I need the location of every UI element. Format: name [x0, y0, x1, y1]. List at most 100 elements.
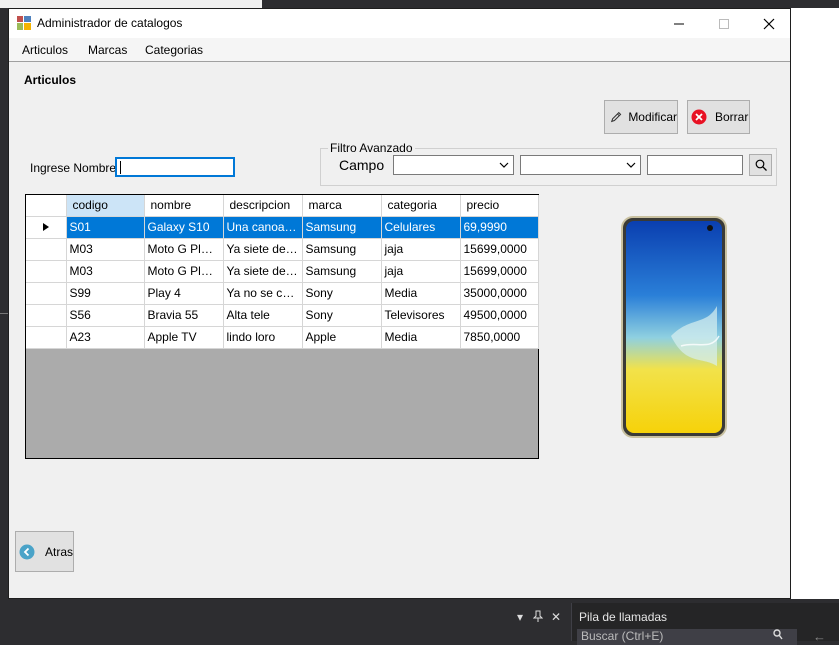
cell-marca[interactable]: Samsung — [302, 216, 382, 239]
cell-precio[interactable]: 35000,0000 — [460, 282, 539, 305]
campo-select[interactable] — [393, 155, 514, 175]
table-row[interactable]: S56 Bravia 55 Alta tele Sony Televisores… — [26, 304, 539, 327]
cell-codigo[interactable]: S99 — [66, 282, 145, 305]
cell-codigo[interactable]: M03 — [66, 238, 145, 261]
cell-marca[interactable]: Sony — [302, 282, 382, 305]
column-header-nombre[interactable]: nombre — [144, 195, 224, 217]
modificar-button[interactable]: Modificar — [604, 100, 678, 134]
product-image — [621, 216, 727, 438]
row-selector[interactable] — [26, 282, 67, 305]
cell-precio[interactable]: 15699,0000 — [460, 260, 539, 283]
campo-label: Campo — [339, 157, 385, 173]
cell-codigo[interactable]: S56 — [66, 304, 145, 327]
row-selector[interactable] — [26, 304, 67, 327]
maximize-button[interactable] — [701, 9, 746, 38]
table-row[interactable]: S01 Galaxy S10 Una canoa c... Samsung Ce… — [26, 216, 539, 239]
menu-bar: Articulos Marcas Categorias — [9, 38, 790, 62]
row-selector[interactable] — [26, 326, 67, 349]
cell-codigo[interactable]: M03 — [66, 260, 145, 283]
pin-icon[interactable] — [532, 610, 544, 625]
filtro-search-button[interactable] — [749, 154, 772, 176]
cell-nombre[interactable]: Moto G Play ... — [144, 260, 224, 283]
cell-categoria[interactable]: Televisores — [381, 304, 461, 327]
current-row-arrow-icon — [42, 223, 49, 231]
nombre-input[interactable] — [115, 157, 235, 177]
cell-precio[interactable]: 15699,0000 — [460, 238, 539, 261]
column-header-categoria[interactable]: categoria — [381, 195, 461, 217]
section-title: Articulos — [24, 73, 77, 87]
ide-background-right — [791, 8, 839, 603]
cell-descripcion[interactable]: Ya no se cu... — [223, 282, 303, 305]
table-row[interactable]: S99 Play 4 Ya no se cu... Sony Media 350… — [26, 282, 539, 305]
cell-descripcion[interactable]: lindo loro — [223, 326, 303, 349]
title-bar: Administrador de catalogos — [9, 9, 790, 38]
criterio-select[interactable] — [520, 155, 641, 175]
table-row[interactable]: A23 Apple TV lindo loro Apple Media 7850… — [26, 326, 539, 349]
text-caret — [120, 161, 121, 174]
atras-label: Atras — [44, 544, 73, 559]
column-header-descripcion[interactable]: descripcion — [223, 195, 303, 217]
cell-descripcion[interactable]: Alta tele — [223, 304, 303, 327]
articulos-grid[interactable]: codigo nombre descripcion marca categori… — [25, 194, 539, 459]
cell-precio[interactable]: 69,9990 — [460, 216, 539, 239]
filtro-avanzado-group: Filtro Avanzado Campo — [320, 141, 777, 186]
cell-codigo[interactable]: A23 — [66, 326, 145, 349]
cell-precio[interactable]: 49500,0000 — [460, 304, 539, 327]
search-icon — [755, 159, 767, 171]
chevron-down-icon — [626, 162, 636, 168]
cell-nombre[interactable]: Galaxy S10 — [144, 216, 224, 239]
cell-categoria[interactable]: Media — [381, 282, 461, 305]
filtro-text-input[interactable] — [647, 155, 743, 175]
table-row[interactable]: M03 Moto G Play ... Ya siete de e... Sam… — [26, 238, 539, 261]
table-row[interactable]: M03 Moto G Play ... Ya siete de e... Sam… — [26, 260, 539, 283]
column-header-precio[interactable]: precio — [460, 195, 539, 217]
cell-marca[interactable]: Samsung — [302, 238, 382, 261]
cell-marca[interactable]: Samsung — [302, 260, 382, 283]
ide-background-strip — [0, 0, 262, 8]
filtro-avanzado-title: Filtro Avanzado — [328, 141, 415, 155]
cell-descripcion[interactable]: Ya siete de e... — [223, 238, 303, 261]
pane-title: Pila de llamadas — [579, 610, 668, 624]
row-header-corner — [26, 195, 67, 217]
row-selector[interactable] — [26, 216, 67, 239]
delete-icon — [691, 109, 707, 125]
grid-header-row: codigo nombre descripcion marca categori… — [26, 195, 539, 217]
maximize-icon — [718, 18, 729, 29]
cell-categoria[interactable]: Media — [381, 326, 461, 349]
cell-nombre[interactable]: Moto G Play ... — [144, 238, 224, 261]
row-selector[interactable] — [26, 238, 67, 261]
atras-button[interactable]: Atras — [15, 531, 74, 572]
app-window: Administrador de catalogos Articulos Mar… — [8, 8, 791, 599]
pane-search-input[interactable]: Buscar (Ctrl+E) — [577, 629, 797, 645]
cell-categoria[interactable]: Celulares — [381, 216, 461, 239]
borrar-label: Borrar — [715, 110, 749, 124]
cell-nombre[interactable]: Play 4 — [144, 282, 224, 305]
row-selector[interactable] — [26, 260, 67, 283]
close-button[interactable] — [746, 9, 791, 38]
ide-divider — [0, 313, 8, 314]
menu-categorias[interactable]: Categorias — [145, 43, 203, 57]
cell-precio[interactable]: 7850,0000 — [460, 326, 539, 349]
cell-marca[interactable]: Apple — [302, 326, 382, 349]
cell-categoria[interactable]: jaja — [381, 238, 461, 261]
menu-articulos[interactable]: Articulos — [22, 43, 68, 57]
pencil-icon — [610, 111, 622, 123]
cell-nombre[interactable]: Apple TV — [144, 326, 224, 349]
chevron-down-icon — [499, 162, 509, 168]
menu-marcas[interactable]: Marcas — [88, 43, 127, 57]
column-header-marca[interactable]: marca — [302, 195, 382, 217]
borrar-button[interactable]: Borrar — [687, 100, 750, 134]
cell-descripcion[interactable]: Una canoa c... — [223, 216, 303, 239]
dropdown-icon[interactable]: ▾ — [514, 610, 526, 624]
app-icon — [17, 16, 31, 30]
column-header-codigo[interactable]: codigo — [66, 195, 145, 217]
cell-descripcion[interactable]: Ya siete de e... — [223, 260, 303, 283]
minimize-button[interactable] — [656, 9, 701, 38]
close-icon[interactable]: ✕ — [550, 610, 562, 624]
ide-panel-tools: ▾ ✕ — [514, 608, 566, 626]
cell-codigo[interactable]: S01 — [66, 216, 145, 239]
cell-categoria[interactable]: jaja — [381, 260, 461, 283]
cell-marca[interactable]: Sony — [302, 304, 382, 327]
cell-nombre[interactable]: Bravia 55 — [144, 304, 224, 327]
back-arrow-icon[interactable]: ← — [813, 629, 826, 644]
